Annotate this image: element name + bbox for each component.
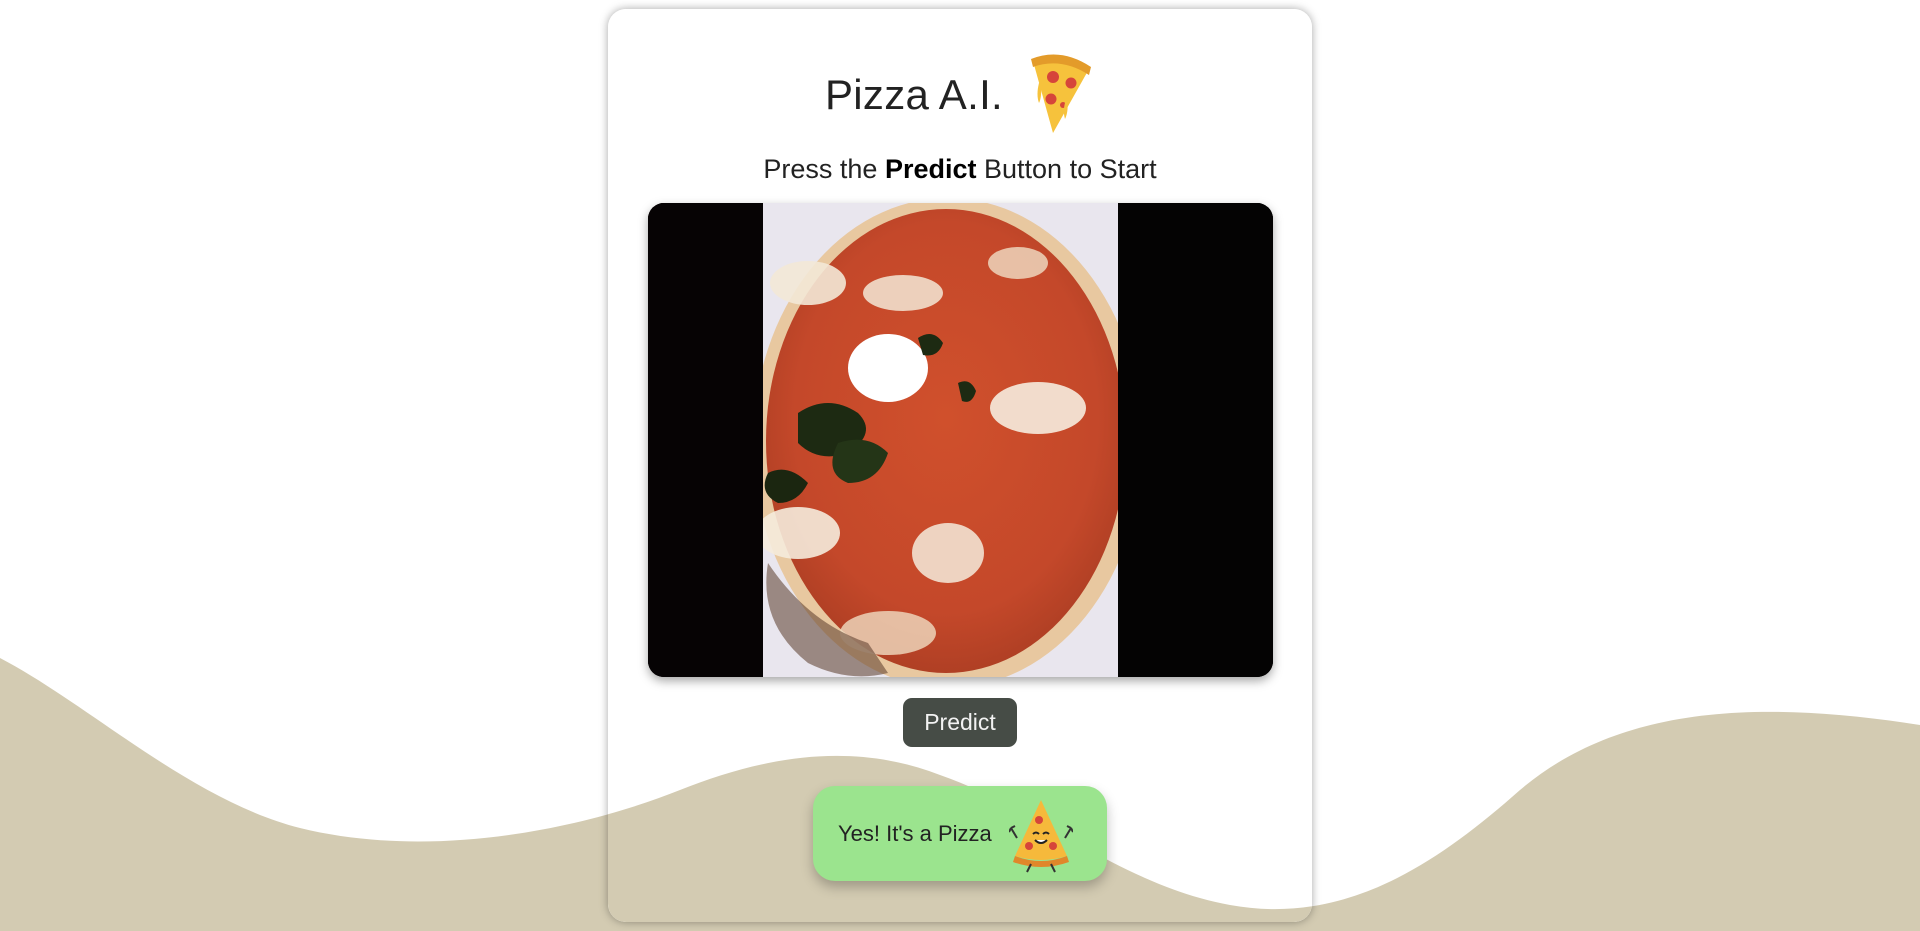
app-title: Pizza A.I. <box>824 71 1004 118</box>
instructions: Press the Predict Button to Start <box>608 154 1312 185</box>
pizza-slice-icon <box>1031 54 1092 133</box>
instructions-emphasis: Predict <box>884 154 977 184</box>
pizza-photo <box>648 203 1273 677</box>
instructions-prefix: Press the <box>763 154 885 184</box>
happy-pizza-icon <box>1009 800 1073 873</box>
result-text: Yes! It's a Pizza <box>838 820 992 846</box>
main-card: Pizza A.I. Press the Predict Button to S… <box>608 9 1312 922</box>
title-row: Pizza A.I. <box>608 53 1312 137</box>
result-banner: Yes! It's a Pizza <box>813 786 1107 881</box>
predict-button[interactable]: Predict <box>903 698 1017 747</box>
camera-preview <box>648 203 1273 677</box>
instructions-suffix: Button to Start <box>976 154 1157 184</box>
